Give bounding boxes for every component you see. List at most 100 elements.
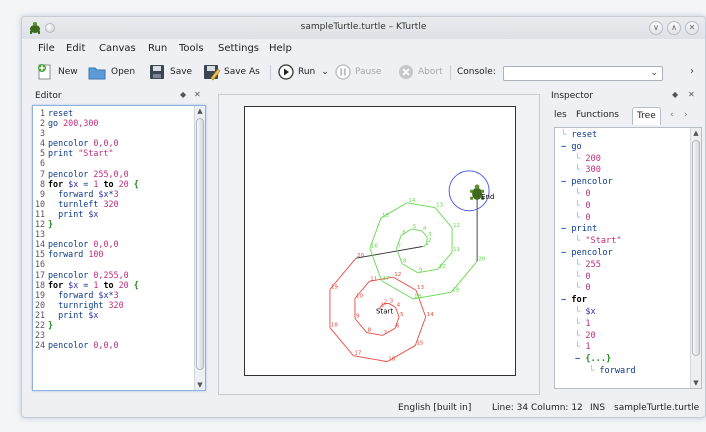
tree-node[interactable]: └ 0 xyxy=(555,189,636,201)
tree-node[interactable]: − go xyxy=(555,142,636,154)
close-button[interactable]: ✕ xyxy=(685,21,699,35)
toolbar-overflow-icon[interactable]: › xyxy=(690,66,694,77)
status-bar: English [built in] Line: 34 Column: 12 I… xyxy=(22,401,705,417)
run-button[interactable]: Run ⌄ xyxy=(278,62,329,82)
code-line: 8 for $x = 1 to 20 { xyxy=(35,179,139,189)
turtle-print-label: 18 xyxy=(331,323,338,329)
editor-close-icon[interactable]: ✕ xyxy=(194,90,201,99)
save-as-icon xyxy=(204,65,220,81)
turtle-canvas[interactable]: Start 1 2 3 4 5 6 7 8 9 10 11 12 13 14 15 16 17 18 19 20 1 2 3 4… xyxy=(244,106,516,376)
tree-node[interactable]: − print xyxy=(555,224,636,236)
red-path-segment xyxy=(329,327,354,356)
tree-node[interactable]: └ 0 xyxy=(555,272,636,284)
tree-node[interactable]: └ 0 xyxy=(555,201,636,213)
tree-scroll-up-arrow-icon[interactable]: ▲ xyxy=(691,129,701,137)
tree-node[interactable]: └ 0 xyxy=(555,283,636,295)
inspector-title: Inspector xyxy=(551,91,593,101)
scroll-down-arrow-icon[interactable]: ▼ xyxy=(195,381,205,389)
tree-node[interactable]: └ 200 xyxy=(555,154,636,166)
tree-scrollbar[interactable]: ▲ ▼ xyxy=(690,128,701,388)
code-token: = xyxy=(78,178,94,189)
open-button[interactable]: Open xyxy=(87,62,135,82)
tree-node-label: 255 xyxy=(585,259,601,270)
tree-node[interactable]: └ reset xyxy=(555,130,636,142)
tree-view[interactable]: └ reset − go └ 200 └ 300− pencolor └ 0 └ 0 └ 0… xyxy=(554,127,702,389)
abort-button[interactable]: Abort xyxy=(398,62,443,82)
code-line: 11 print $x xyxy=(35,209,139,219)
inspector-float-icon[interactable]: ◆ xyxy=(672,90,678,99)
menu-run[interactable]: Run xyxy=(148,43,167,54)
turtle-print-label: 5 xyxy=(400,312,404,318)
minimize-button[interactable]: ∨ xyxy=(649,21,663,35)
new-button[interactable]: New xyxy=(36,62,78,82)
menu-help[interactable]: Help xyxy=(269,43,292,54)
console-input[interactable]: ⌄ xyxy=(503,66,663,81)
tree-node[interactable]: └ 300 xyxy=(555,165,636,177)
folder-icon xyxy=(88,67,106,80)
tree-node[interactable]: └ 1 xyxy=(555,342,636,354)
tree-node[interactable]: − {...} xyxy=(555,354,636,366)
turtle-print-label: 4 xyxy=(423,226,427,232)
tab-tree[interactable]: Tree xyxy=(632,107,661,125)
collapse-icon[interactable]: − xyxy=(561,248,571,258)
tab-functions[interactable]: Functions xyxy=(572,107,623,125)
menu-bar: File Edit Canvas Run Tools Settings Help xyxy=(22,41,705,57)
tree-node-label: 0 xyxy=(585,200,591,211)
code-text[interactable]: 1 reset 2 go 200,300 3 4 pencolor 0,0,0 5 print … xyxy=(35,108,139,350)
pause-button[interactable]: Pause xyxy=(335,62,381,82)
scroll-up-arrow-icon[interactable]: ▲ xyxy=(195,107,205,115)
menu-tools[interactable]: Tools xyxy=(179,43,204,54)
menu-file[interactable]: File xyxy=(38,43,55,54)
code-token: $x xyxy=(98,188,109,199)
tree-node[interactable]: └ "Start" xyxy=(555,236,636,248)
inspector-close-icon[interactable]: ✕ xyxy=(688,90,695,99)
tree-node[interactable]: └ forward xyxy=(555,366,636,378)
collapse-icon[interactable]: − xyxy=(561,224,571,234)
collapse-icon[interactable]: − xyxy=(561,295,571,305)
menu-canvas[interactable]: Canvas xyxy=(99,43,136,54)
tab-variables[interactable]: les xyxy=(550,107,571,125)
menu-edit[interactable]: Edit xyxy=(66,43,85,54)
editor-scrollbar-thumb[interactable] xyxy=(196,118,204,370)
canvas-area: Start 1 2 3 4 5 6 7 8 9 10 11 12 13 14 15 16 17 18 19 20 1 2 3 4… xyxy=(218,94,540,395)
turtle-print-label: 14 xyxy=(408,198,415,204)
maximize-button[interactable]: ∧ xyxy=(667,21,681,35)
save-button[interactable]: Save xyxy=(148,62,192,82)
tab-scroll-right-icon[interactable]: › xyxy=(684,110,688,120)
tree-node[interactable]: └ $x xyxy=(555,307,636,319)
collapse-icon[interactable]: − xyxy=(575,354,585,364)
console-dropdown-chevron-icon[interactable]: ⌄ xyxy=(650,68,658,78)
editor-float-icon[interactable]: ◆ xyxy=(180,90,186,99)
run-menu-chevron-icon[interactable]: ⌄ xyxy=(321,67,329,77)
tree-node[interactable]: − pencolor xyxy=(555,177,636,189)
editor-scrollbar[interactable]: ▲ ▼ xyxy=(194,106,205,390)
tree-node[interactable]: − pencolor xyxy=(555,248,636,260)
line-number: 19 xyxy=(35,289,46,300)
collapse-icon[interactable]: − xyxy=(561,177,571,187)
code-token: reset xyxy=(48,108,74,118)
tree-branch-icon: └ xyxy=(575,200,586,211)
pause-label: Pause xyxy=(355,67,382,77)
tree-node-label: 20 xyxy=(585,330,596,341)
code-line: 19 forward $x*3 xyxy=(35,290,139,300)
tab-scroll-left-icon[interactable]: ‹ xyxy=(670,110,674,120)
tree-scrollbar-thumb[interactable] xyxy=(692,140,700,356)
line-number: 1 xyxy=(39,108,45,118)
tree-node[interactable]: − for xyxy=(555,295,636,307)
tree-node[interactable]: └ 0 xyxy=(555,213,636,225)
toolbar-separator xyxy=(450,65,451,80)
menu-settings[interactable]: Settings xyxy=(218,43,259,54)
tree-scroll-down-arrow-icon[interactable]: ▼ xyxy=(691,379,701,387)
collapse-icon[interactable]: − xyxy=(561,142,571,152)
tree-node[interactable]: └ 1 xyxy=(555,319,636,331)
code-line: 23 xyxy=(35,330,139,340)
code-editor[interactable]: 1 reset 2 go 200,300 3 4 pencolor 0,0,0 5 print … xyxy=(32,105,206,391)
main-toolbar: New Open Save Save As Run ⌄ Pause Abort … xyxy=(22,59,705,87)
save-as-button[interactable]: Save As xyxy=(202,62,260,82)
code-line: 13 xyxy=(35,229,139,239)
tree-node[interactable]: └ 255 xyxy=(555,260,636,272)
code-token: turnright xyxy=(48,299,109,310)
tree-node-label: 0 xyxy=(585,188,591,199)
tree-node[interactable]: └ 20 xyxy=(555,331,636,343)
save-as-label: Save As xyxy=(224,67,260,77)
